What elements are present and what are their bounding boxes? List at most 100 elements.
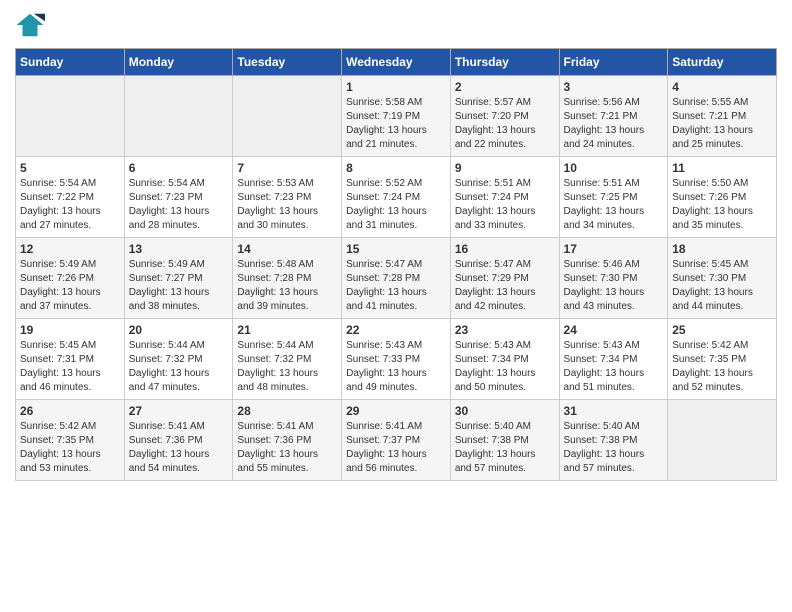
calendar-cell: 8Sunrise: 5:52 AMSunset: 7:24 PMDaylight… — [342, 157, 451, 238]
day-info: Sunrise: 5:51 AMSunset: 7:24 PMDaylight:… — [455, 177, 555, 233]
calendar-cell: 26 Sunrise: 5:42 AMSunset: 7:35 PMDayligh… — [16, 400, 125, 481]
page-container: SundayMondayTuesdayWednesdayThursdayFrid… — [0, 0, 792, 491]
calendar-cell: 9 Sunrise: 5:51 AMSunset: 7:24 PMDaylight… — [450, 157, 559, 238]
day-info: Sunrise: 5:41 AMSunset: 7:36 PMDaylight:… — [129, 420, 229, 476]
weekday-header-tuesday: Tuesday — [233, 49, 342, 76]
logo-icon — [15, 10, 45, 40]
day-number: 26 — [20, 404, 120, 418]
day-info: Sunrise: 5:50 AMSunset: 7:26 PMDaylight:… — [672, 177, 772, 233]
calendar-cell — [233, 76, 342, 157]
calendar-body: 1Sunrise: 5:58 AMSunset: 7:19 PMDaylight… — [16, 76, 777, 481]
day-info: Sunrise: 5:49 AMSunset: 7:27 PMDaylight:… — [129, 258, 229, 314]
day-number: 14 — [237, 242, 337, 256]
calendar-cell: 13 Sunrise: 5:49 AMSunset: 7:27 PMDayligh… — [124, 238, 233, 319]
day-info: Sunrise: 5:43 AMSunset: 7:34 PMDaylight:… — [564, 339, 664, 395]
day-info: Sunrise: 5:58 AMSunset: 7:19 PMDaylight:… — [346, 96, 446, 152]
day-number: 20 — [129, 323, 229, 337]
calendar-cell: 17 Sunrise: 5:46 AMSunset: 7:30 PMDayligh… — [559, 238, 668, 319]
calendar-cell: 23 Sunrise: 5:43 AMSunset: 7:34 PMDayligh… — [450, 319, 559, 400]
day-info: Sunrise: 5:45 AMSunset: 7:31 PMDaylight:… — [20, 339, 120, 395]
calendar-cell: 1Sunrise: 5:58 AMSunset: 7:19 PMDaylight… — [342, 76, 451, 157]
calendar-week-3: 12 Sunrise: 5:49 AMSunset: 7:26 PMDayligh… — [16, 238, 777, 319]
day-info: Sunrise: 5:40 AMSunset: 7:38 PMDaylight:… — [455, 420, 555, 476]
day-info: Sunrise: 5:51 AMSunset: 7:25 PMDaylight:… — [564, 177, 664, 233]
day-info: Sunrise: 5:45 AMSunset: 7:30 PMDaylight:… — [672, 258, 772, 314]
calendar-cell: 27 Sunrise: 5:41 AMSunset: 7:36 PMDayligh… — [124, 400, 233, 481]
day-info: Sunrise: 5:56 AMSunset: 7:21 PMDaylight:… — [564, 96, 664, 152]
day-number: 30 — [455, 404, 555, 418]
day-number: 28 — [237, 404, 337, 418]
weekday-header-thursday: Thursday — [450, 49, 559, 76]
calendar-cell: 22Sunrise: 5:43 AMSunset: 7:33 PMDayligh… — [342, 319, 451, 400]
day-number: 27 — [129, 404, 229, 418]
weekday-row: SundayMondayTuesdayWednesdayThursdayFrid… — [16, 49, 777, 76]
calendar-cell: 16 Sunrise: 5:47 AMSunset: 7:29 PMDayligh… — [450, 238, 559, 319]
day-info: Sunrise: 5:53 AMSunset: 7:23 PMDaylight:… — [237, 177, 337, 233]
calendar-cell: 11 Sunrise: 5:50 AMSunset: 7:26 PMDayligh… — [668, 157, 777, 238]
calendar-week-2: 5Sunrise: 5:54 AMSunset: 7:22 PMDaylight… — [16, 157, 777, 238]
calendar-cell: 29Sunrise: 5:41 AMSunset: 7:37 PMDayligh… — [342, 400, 451, 481]
day-number: 24 — [564, 323, 664, 337]
day-number: 23 — [455, 323, 555, 337]
day-info: Sunrise: 5:57 AMSunset: 7:20 PMDaylight:… — [455, 96, 555, 152]
day-info: Sunrise: 5:49 AMSunset: 7:26 PMDaylight:… — [20, 258, 120, 314]
day-number: 21 — [237, 323, 337, 337]
day-info: Sunrise: 5:54 AMSunset: 7:22 PMDaylight:… — [20, 177, 120, 233]
day-number: 12 — [20, 242, 120, 256]
day-number: 6 — [129, 161, 229, 175]
calendar-week-1: 1Sunrise: 5:58 AMSunset: 7:19 PMDaylight… — [16, 76, 777, 157]
day-number: 8 — [346, 161, 446, 175]
calendar-cell: 19 Sunrise: 5:45 AMSunset: 7:31 PMDayligh… — [16, 319, 125, 400]
day-info: Sunrise: 5:55 AMSunset: 7:21 PMDaylight:… — [672, 96, 772, 152]
day-info: Sunrise: 5:47 AMSunset: 7:29 PMDaylight:… — [455, 258, 555, 314]
day-number: 10 — [564, 161, 664, 175]
calendar-cell: 15Sunrise: 5:47 AMSunset: 7:28 PMDayligh… — [342, 238, 451, 319]
day-info: Sunrise: 5:43 AMSunset: 7:33 PMDaylight:… — [346, 339, 446, 395]
calendar-cell: 14 Sunrise: 5:48 AMSunset: 7:28 PMDayligh… — [233, 238, 342, 319]
day-number: 25 — [672, 323, 772, 337]
calendar-week-4: 19 Sunrise: 5:45 AMSunset: 7:31 PMDayligh… — [16, 319, 777, 400]
day-info: Sunrise: 5:54 AMSunset: 7:23 PMDaylight:… — [129, 177, 229, 233]
weekday-header-friday: Friday — [559, 49, 668, 76]
day-info: Sunrise: 5:46 AMSunset: 7:30 PMDaylight:… — [564, 258, 664, 314]
day-info: Sunrise: 5:42 AMSunset: 7:35 PMDaylight:… — [672, 339, 772, 395]
day-number: 2 — [455, 80, 555, 94]
calendar-cell: 7 Sunrise: 5:53 AMSunset: 7:23 PMDaylight… — [233, 157, 342, 238]
day-info: Sunrise: 5:40 AMSunset: 7:38 PMDaylight:… — [564, 420, 664, 476]
calendar-cell — [124, 76, 233, 157]
calendar-cell: 31Sunrise: 5:40 AMSunset: 7:38 PMDayligh… — [559, 400, 668, 481]
day-number: 3 — [564, 80, 664, 94]
day-number: 7 — [237, 161, 337, 175]
weekday-header-monday: Monday — [124, 49, 233, 76]
weekday-header-wednesday: Wednesday — [342, 49, 451, 76]
day-info: Sunrise: 5:48 AMSunset: 7:28 PMDaylight:… — [237, 258, 337, 314]
day-number: 18 — [672, 242, 772, 256]
calendar-table: SundayMondayTuesdayWednesdayThursdayFrid… — [15, 48, 777, 481]
calendar-cell: 25 Sunrise: 5:42 AMSunset: 7:35 PMDayligh… — [668, 319, 777, 400]
weekday-header-sunday: Sunday — [16, 49, 125, 76]
weekday-header-saturday: Saturday — [668, 49, 777, 76]
day-info: Sunrise: 5:42 AMSunset: 7:35 PMDaylight:… — [20, 420, 120, 476]
day-info: Sunrise: 5:44 AMSunset: 7:32 PMDaylight:… — [237, 339, 337, 395]
logo — [15, 10, 49, 40]
day-info: Sunrise: 5:43 AMSunset: 7:34 PMDaylight:… — [455, 339, 555, 395]
calendar-cell: 2 Sunrise: 5:57 AMSunset: 7:20 PMDaylight… — [450, 76, 559, 157]
calendar-cell: 28 Sunrise: 5:41 AMSunset: 7:36 PMDayligh… — [233, 400, 342, 481]
day-info: Sunrise: 5:44 AMSunset: 7:32 PMDaylight:… — [129, 339, 229, 395]
day-number: 11 — [672, 161, 772, 175]
calendar-cell: 30 Sunrise: 5:40 AMSunset: 7:38 PMDayligh… — [450, 400, 559, 481]
calendar-cell: 3 Sunrise: 5:56 AMSunset: 7:21 PMDaylight… — [559, 76, 668, 157]
header — [15, 10, 777, 40]
day-number: 29 — [346, 404, 446, 418]
day-number: 16 — [455, 242, 555, 256]
calendar-week-5: 26 Sunrise: 5:42 AMSunset: 7:35 PMDayligh… — [16, 400, 777, 481]
day-number: 9 — [455, 161, 555, 175]
calendar-cell: 12 Sunrise: 5:49 AMSunset: 7:26 PMDayligh… — [16, 238, 125, 319]
day-number: 13 — [129, 242, 229, 256]
day-number: 4 — [672, 80, 772, 94]
day-info: Sunrise: 5:41 AMSunset: 7:36 PMDaylight:… — [237, 420, 337, 476]
calendar-cell — [668, 400, 777, 481]
day-number: 17 — [564, 242, 664, 256]
day-number: 15 — [346, 242, 446, 256]
day-number: 19 — [20, 323, 120, 337]
